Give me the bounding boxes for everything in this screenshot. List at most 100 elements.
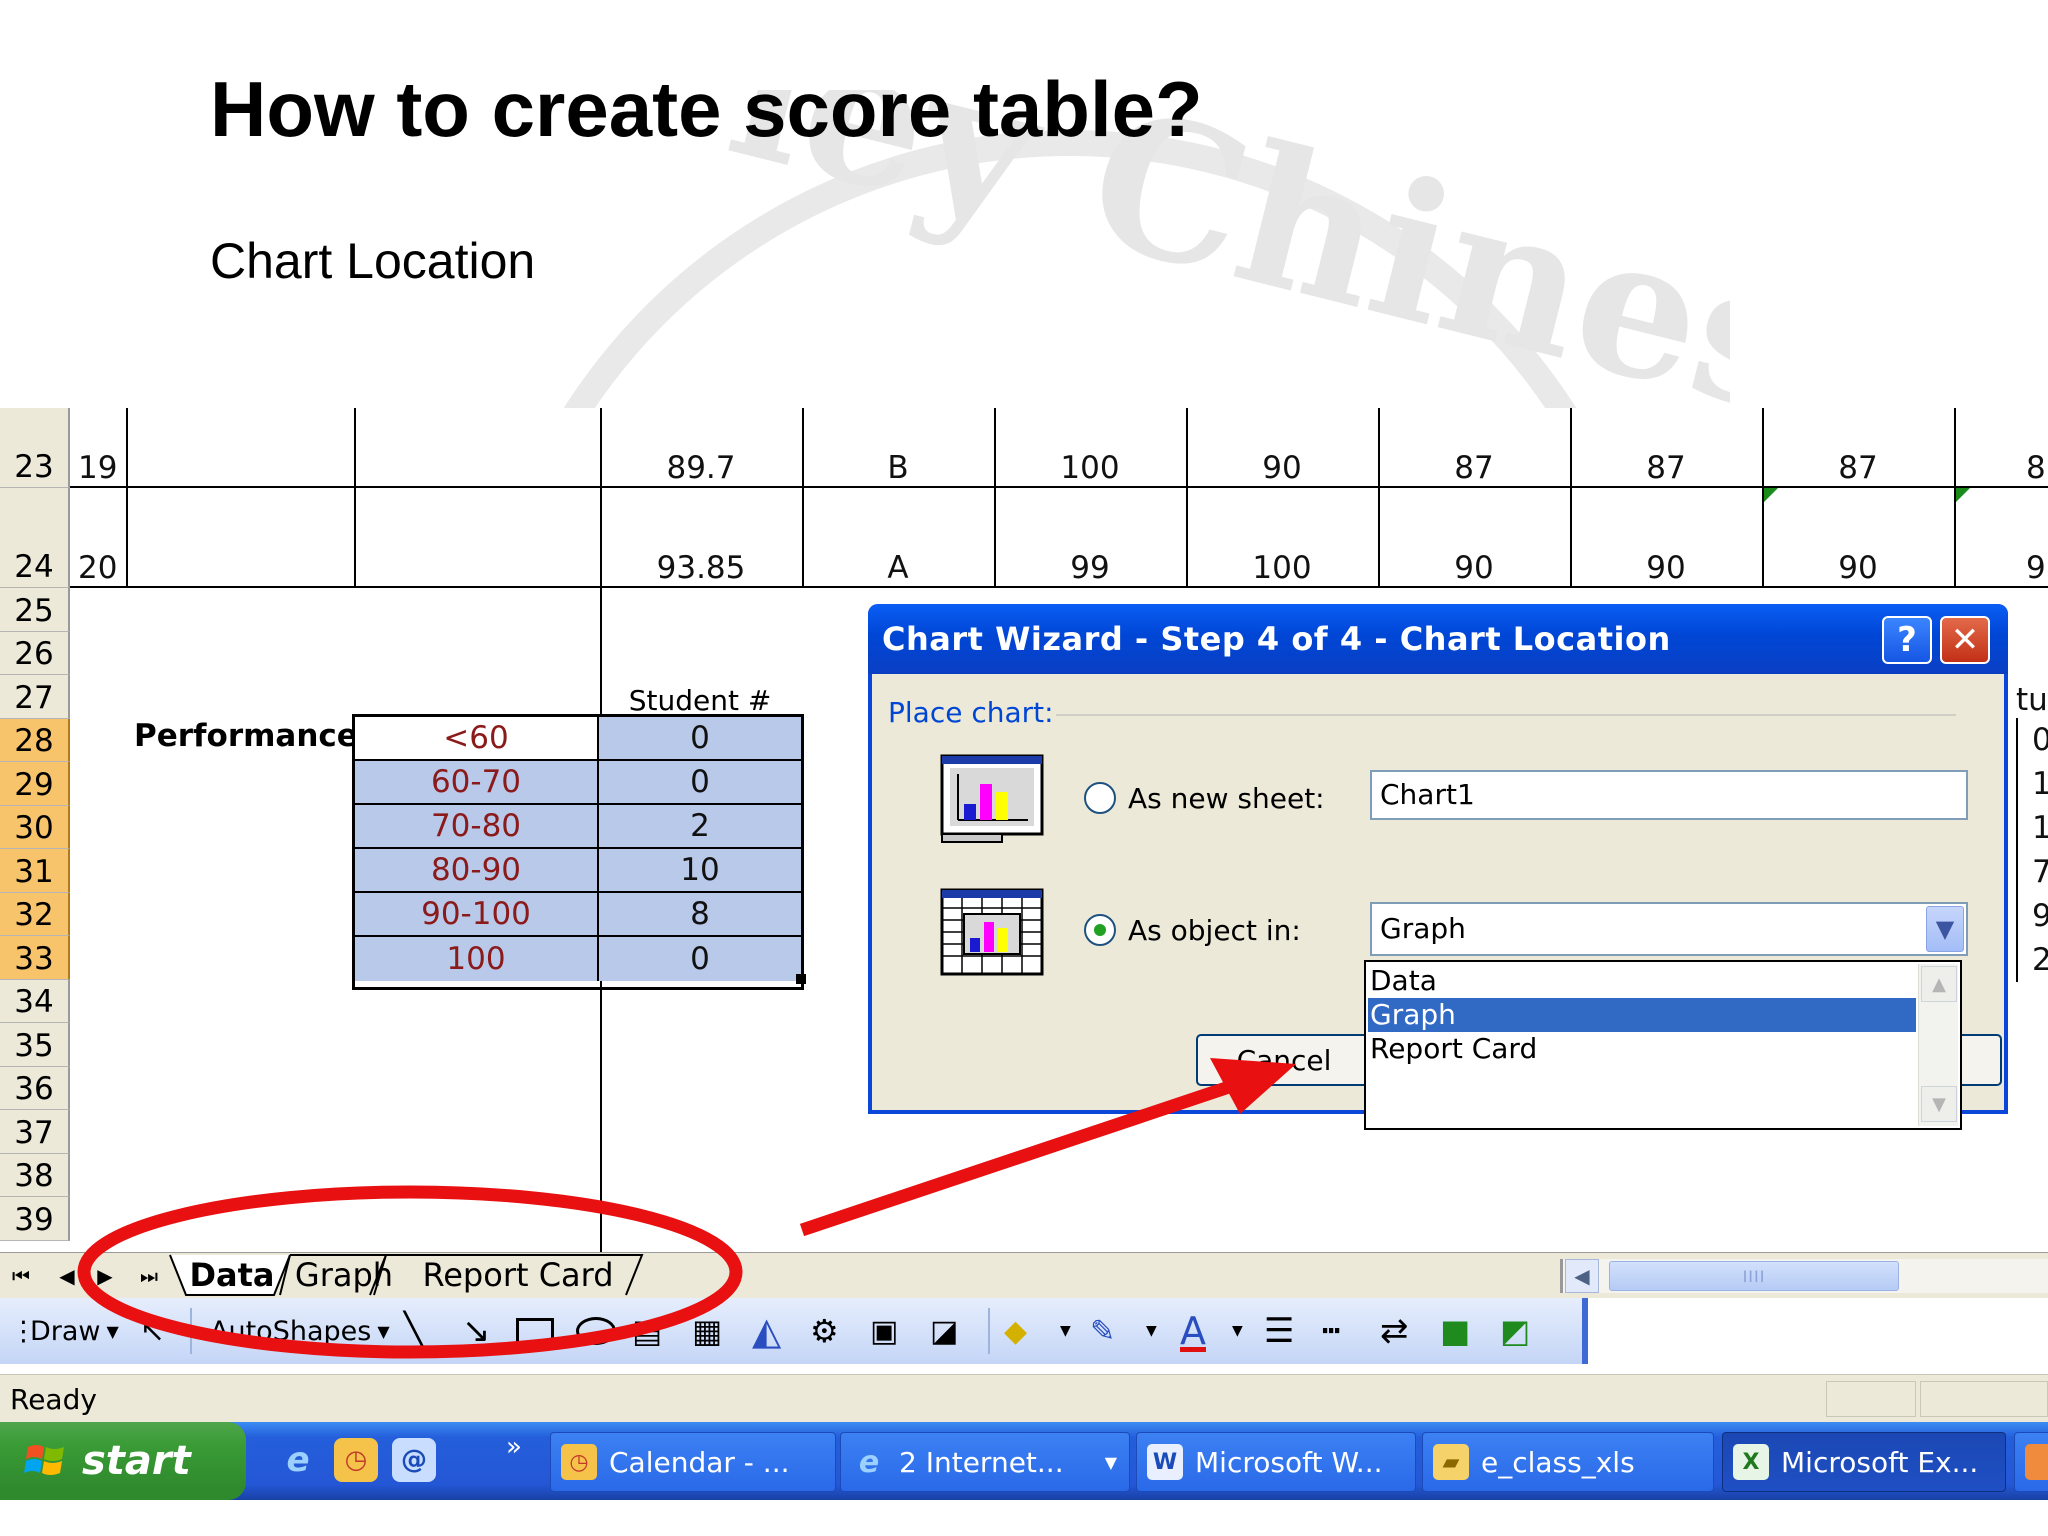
dialog-titlebar[interactable]: Chart Wizard - Step 4 of 4 - Chart Locat…	[868, 604, 2008, 674]
taskbar-button-folder[interactable]: ▰ e_class_xls	[1422, 1432, 1714, 1492]
score-range-cell[interactable]: <60	[355, 717, 599, 759]
quicklaunch-overflow-icon[interactable]: »	[506, 1432, 522, 1462]
table-row[interactable]: <60 0	[355, 717, 801, 761]
cell[interactable]: 100	[994, 408, 1186, 488]
row-header[interactable]: 36	[0, 1066, 70, 1110]
score-range-cell[interactable]: 70-80	[355, 805, 599, 847]
object-in-label[interactable]: As object in:	[1128, 914, 1301, 947]
student-count-cell[interactable]: 0	[599, 761, 801, 803]
taskbar-button-excel[interactable]: X Microsoft Ex...	[1722, 1432, 2006, 1492]
row-header[interactable]: 30	[0, 805, 70, 849]
fill-handle[interactable]	[796, 974, 806, 984]
dash-style-icon[interactable]: ┅	[1322, 1298, 1340, 1364]
student-count-cell[interactable]: 2	[599, 805, 801, 847]
prev-sheet-icon[interactable]: ◀	[50, 1261, 84, 1291]
row-header[interactable]: 27	[0, 675, 70, 719]
cell[interactable]: 100	[1186, 488, 1378, 588]
help-button[interactable]: ?	[1882, 616, 1932, 664]
diagram-icon[interactable]: ◭	[752, 1298, 781, 1364]
horizontal-scrollbar[interactable]: ◀ IIII	[1560, 1259, 2048, 1293]
cell[interactable]: 20	[72, 488, 126, 588]
scroll-left-icon[interactable]: ◀	[1565, 1259, 1599, 1293]
last-sheet-icon[interactable]: ⏭	[132, 1261, 166, 1291]
cell[interactable]: 87	[1762, 408, 1954, 488]
draw-menu-button[interactable]: Draw ▼	[30, 1298, 119, 1364]
table-row[interactable]: 90-100 8	[355, 893, 801, 937]
arrow-icon[interactable]: ↘	[462, 1298, 491, 1364]
student-count-cell[interactable]: 0	[599, 717, 801, 759]
clip-art-icon[interactable]: ▣	[870, 1298, 898, 1364]
tab-data[interactable]: Data	[186, 1253, 278, 1297]
start-button[interactable]: start	[0, 1422, 246, 1500]
object-in-dropdown-list[interactable]: Data Graph Report Card ▲ ▼	[1364, 960, 1962, 1130]
row-header[interactable]: 33	[0, 936, 70, 980]
scroll-thumb[interactable]: IIII	[1609, 1261, 1899, 1291]
table-row[interactable]: 100 0	[355, 937, 801, 981]
chevron-down-icon[interactable]: ▼	[1232, 1298, 1243, 1364]
row-header[interactable]: 38	[0, 1153, 70, 1197]
scroll-up-icon[interactable]: ▲	[1921, 966, 1957, 1002]
line-icon[interactable]: ╲	[404, 1298, 424, 1364]
clock-icon[interactable]: ◷	[334, 1438, 378, 1482]
new-sheet-label[interactable]: As new sheet:	[1128, 782, 1325, 815]
dropdown-item-data[interactable]: Data	[1368, 964, 1916, 998]
new-sheet-name-input[interactable]: Chart1	[1370, 770, 1968, 820]
row-header[interactable]: 32	[0, 892, 70, 936]
cell[interactable]: 9	[2020, 488, 2048, 588]
fill-color-icon[interactable]: ◆	[1004, 1298, 1027, 1364]
row-header[interactable]: 24	[0, 488, 70, 588]
line-style-icon[interactable]: ☰	[1264, 1298, 1294, 1364]
table-row[interactable]: 60-70 0	[355, 761, 801, 805]
table-row[interactable]: 70-80 2	[355, 805, 801, 849]
row-header[interactable]: 37	[0, 1110, 70, 1154]
3d-style-icon[interactable]: ◩	[1500, 1298, 1530, 1364]
first-sheet-icon[interactable]: ⏮	[4, 1261, 38, 1291]
row-header[interactable]: 29	[0, 762, 70, 806]
shadow-style-icon[interactable]: ■	[1440, 1298, 1470, 1364]
select-objects-icon[interactable]: ↖	[140, 1298, 165, 1364]
cell[interactable]: 90	[1762, 488, 1954, 588]
internet-explorer-icon[interactable]: e	[276, 1438, 320, 1482]
row-header[interactable]: 25	[0, 588, 70, 632]
taskbar-button-internet[interactable]: e 2 Internet... ▼	[840, 1432, 1130, 1492]
student-count-cell[interactable]: 8	[599, 893, 801, 935]
cell[interactable]: 87	[1378, 408, 1570, 488]
cell[interactable]: 93.85	[600, 488, 802, 588]
taskbar-button-word[interactable]: W Microsoft W...	[1136, 1432, 1416, 1492]
student-count-cell[interactable]: 10	[599, 849, 801, 891]
outlook-express-icon[interactable]: @	[392, 1438, 436, 1482]
score-range-cell[interactable]: 60-70	[355, 761, 599, 803]
cell[interactable]: 90	[1378, 488, 1570, 588]
worksheet-grid[interactable]: 23 19 89.7 B 100 90 87 87 87 8 24 20 93.…	[0, 408, 2048, 1252]
row-header[interactable]: 26	[0, 631, 70, 675]
new-sheet-radio[interactable]	[1084, 782, 1116, 814]
cell[interactable]: 89.7	[600, 408, 802, 488]
score-table[interactable]: <60 0 60-70 0 70-80 2 80-90 10 90-100 8 …	[352, 714, 804, 990]
row-header[interactable]: 23	[0, 408, 70, 488]
tab-report-card[interactable]: Report Card	[416, 1253, 620, 1297]
row-header[interactable]: 39	[0, 1197, 70, 1241]
cell[interactable]: 99	[994, 488, 1186, 588]
dropdown-item-graph[interactable]: Graph	[1368, 998, 1916, 1032]
score-range-cell[interactable]: 100	[355, 937, 599, 981]
oval-icon[interactable]	[576, 1298, 616, 1364]
text-box-icon[interactable]: ▤	[632, 1298, 662, 1364]
dropdown-item-report-card[interactable]: Report Card	[1368, 1032, 1916, 1066]
row-header[interactable]: 35	[0, 1023, 70, 1067]
finish-button[interactable]	[1962, 1034, 2002, 1086]
student-count-cell[interactable]: 0	[599, 937, 801, 981]
next-sheet-icon[interactable]: ▶	[88, 1261, 122, 1291]
font-color-icon[interactable]: A	[1180, 1298, 1206, 1364]
close-button[interactable]: ✕	[1940, 616, 1990, 664]
cell[interactable]: 8	[2020, 408, 2048, 488]
cancel-button[interactable]: Cancel	[1196, 1034, 1372, 1086]
chevron-down-icon[interactable]: ▼	[1060, 1298, 1071, 1364]
org-chart-icon[interactable]: ⚙	[810, 1298, 839, 1364]
tab-graph[interactable]: Graph	[295, 1253, 393, 1297]
taskbar-button-calendar[interactable]: ◷ Calendar - ...	[550, 1432, 836, 1492]
cell[interactable]: 90	[1570, 488, 1762, 588]
cell[interactable]: 90	[1186, 408, 1378, 488]
chevron-down-icon[interactable]: ▼	[1146, 1298, 1157, 1364]
taskbar-button-overflow[interactable]	[2014, 1432, 2048, 1492]
cell[interactable]: B	[802, 408, 994, 488]
